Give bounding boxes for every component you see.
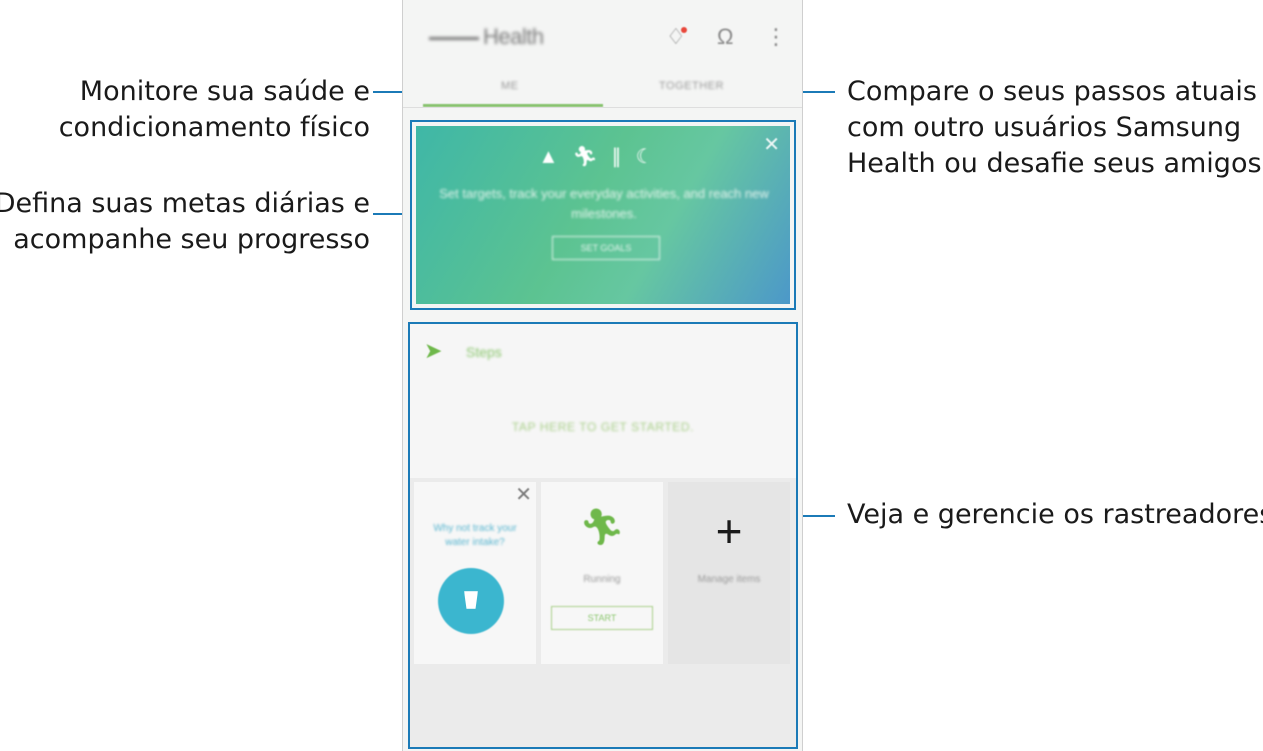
running-label: Running	[583, 574, 621, 585]
steps-label: Steps	[466, 344, 502, 360]
water-prompt: Why not track your water intake?	[433, 523, 517, 548]
start-button[interactable]: START	[551, 606, 653, 630]
set-goals-button[interactable]: SET GOALS	[552, 236, 660, 260]
close-icon[interactable]: ✕	[515, 482, 532, 507]
phone-screen: Health ♢ Ω ⋮ ME TOGETHER ▲🏃︎∥☾ ✕ Set tar…	[402, 0, 803, 751]
get-started-link[interactable]: TAP HERE TO GET STARTED.	[410, 420, 796, 434]
water-suggestion-tile[interactable]: ✕ Why not track your water intake?	[414, 482, 536, 664]
tab-bar: ME TOGETHER	[403, 72, 802, 110]
food-icon: ∥	[611, 146, 636, 168]
sleep-moon-icon: ☾	[635, 146, 668, 168]
walking-shoe-icon: ▲	[538, 146, 573, 168]
goal-icons: ▲🏃︎∥☾	[416, 144, 790, 169]
tracker-tiles: ✕ Why not track your water intake? 🏃︎ Ru…	[410, 478, 796, 747]
tab-together[interactable]: TOGETHER	[659, 80, 724, 92]
goals-banner-highlight: ▲🏃︎∥☾ ✕ Set targets, track your everyday…	[410, 120, 796, 310]
app-title: Health	[429, 24, 544, 50]
running-icon: 🏃︎	[572, 146, 612, 168]
manual-page: Monitore sua saúde e condicionamento fís…	[0, 0, 1263, 751]
tab-divider	[403, 107, 802, 108]
callout-monitor-health: Monitore sua saúde e condicionamento fís…	[59, 74, 370, 146]
goals-banner[interactable]: ▲🏃︎∥☾ ✕ Set targets, track your everyday…	[416, 126, 790, 304]
manage-items-label: Manage items	[697, 574, 761, 585]
more-options-icon[interactable]: ⋮	[765, 24, 787, 50]
manage-items-tile[interactable]: + Manage items	[668, 482, 790, 664]
callout-text-line: acompanhe seu progresso	[13, 224, 370, 255]
callout-text-line: Veja e gerencie os rastreadores	[847, 499, 1263, 530]
callout-text-line: Health ou desafie seus amigos	[847, 148, 1262, 179]
running-tile[interactable]: 🏃︎ Running START	[541, 482, 663, 664]
shoe-icon: ➤	[424, 338, 443, 363]
callout-daily-goals: Defina suas metas diárias e acompanhe se…	[0, 186, 370, 258]
running-icon: 🏃︎	[579, 506, 625, 547]
callout-text-line: com outro usuários Samsung	[847, 112, 1242, 143]
callout-text-line: Compare o seus passos atuais	[847, 76, 1257, 107]
callout-trackers: Veja e gerencie os rastreadores	[847, 497, 1263, 533]
callout-compare-steps: Compare o seus passos atuais com outro u…	[847, 74, 1262, 182]
samsung-wordmark	[429, 36, 479, 40]
steps-tracker-card[interactable]: ➤ Steps TAP HERE TO GET STARTED.	[410, 324, 796, 478]
plus-icon: +	[715, 505, 743, 557]
app-bar: Health ♢ Ω ⋮	[403, 0, 802, 72]
close-icon[interactable]: ✕	[763, 132, 780, 157]
callout-text-line: Defina suas metas diárias e	[0, 188, 370, 219]
profile-icon[interactable]: Ω	[717, 24, 733, 50]
callout-text-line: condicionamento físico	[58, 112, 370, 143]
tab-me[interactable]: ME	[501, 80, 519, 92]
goals-description: Set targets, track your everyday activit…	[439, 186, 769, 221]
notification-dot	[681, 27, 687, 33]
callout-text-line: Monitore sua saúde e	[79, 76, 370, 107]
trackers-highlight: ➤ Steps TAP HERE TO GET STARTED. ✕ Why n…	[408, 322, 798, 749]
